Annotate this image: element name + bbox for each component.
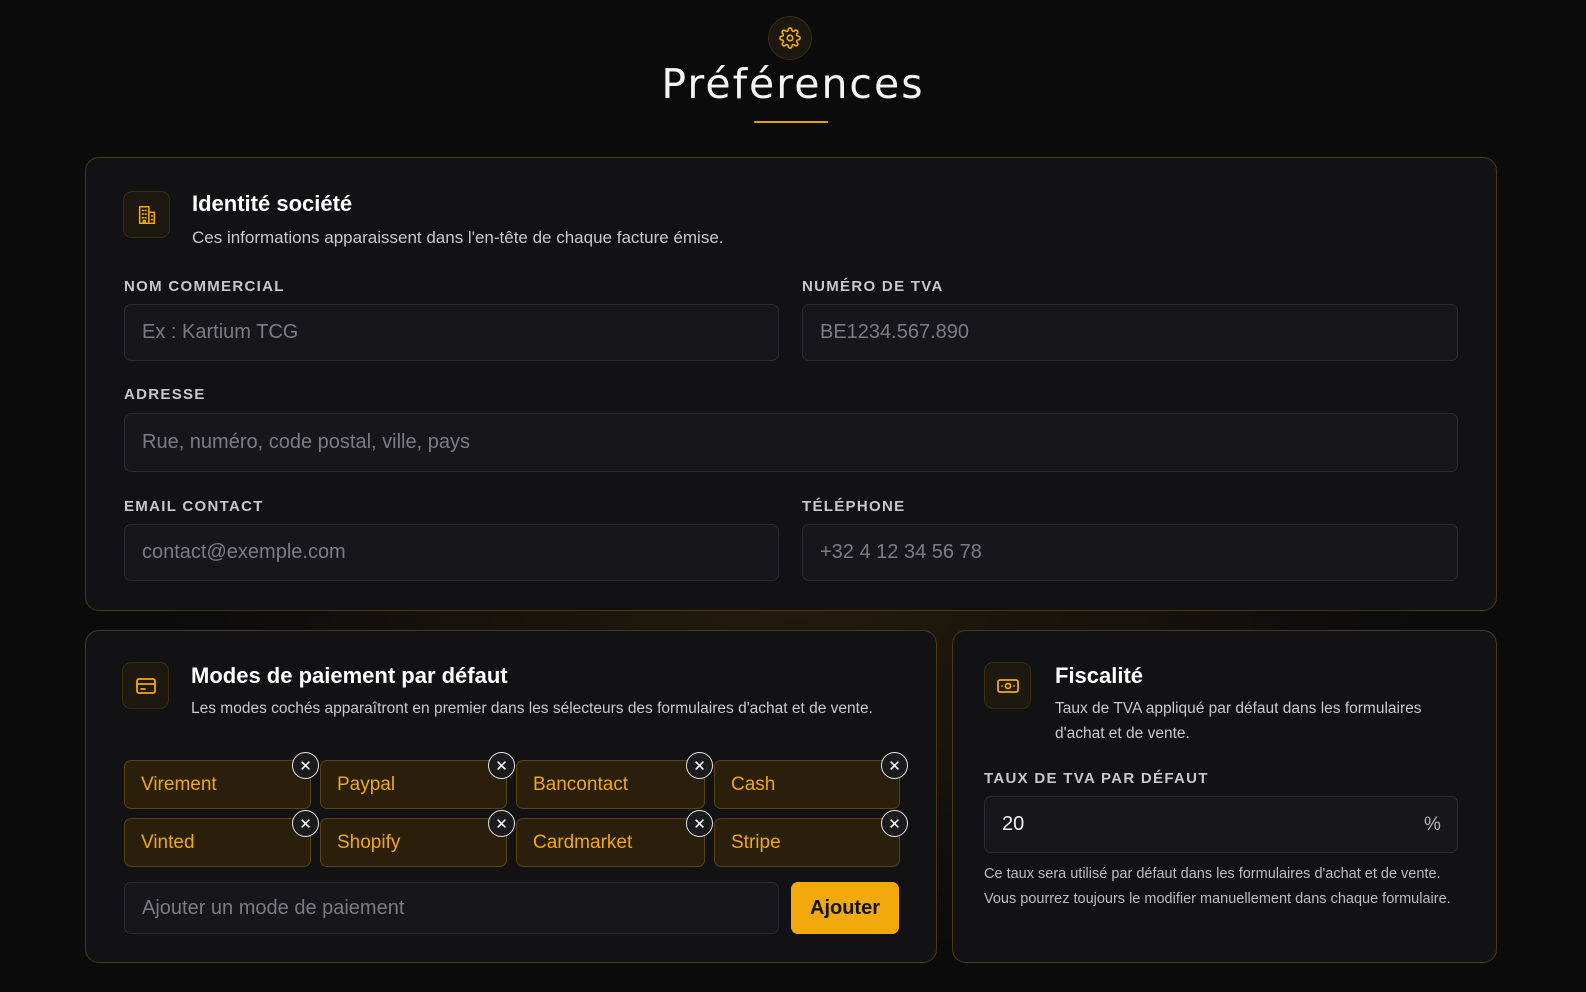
page-title: Préférences bbox=[661, 60, 925, 108]
vat-number-label: NUMÉRO DE TVA bbox=[802, 278, 944, 295]
add-payment-method-button[interactable]: Ajouter bbox=[791, 882, 899, 934]
address-label: ADRESSE bbox=[124, 386, 206, 403]
building-icon bbox=[123, 191, 170, 238]
remove-chip-button[interactable]: ✕ bbox=[488, 810, 515, 837]
payment-chip-label: Shopify bbox=[337, 831, 401, 853]
remove-chip-button[interactable]: ✕ bbox=[488, 752, 515, 779]
trade-name-label: NOM COMMERCIAL bbox=[124, 278, 285, 295]
vat-number-input[interactable] bbox=[802, 304, 1458, 361]
banknote-icon bbox=[984, 662, 1031, 709]
email-input[interactable] bbox=[124, 524, 779, 581]
identity-description: Ces informations apparaissent dans l'en-… bbox=[192, 228, 724, 247]
payment-chip-label: Cash bbox=[731, 773, 776, 795]
gear-icon bbox=[768, 16, 812, 60]
payment-chip-label: Stripe bbox=[731, 831, 781, 853]
payment-chip-label: Virement bbox=[141, 773, 217, 795]
tax-description: Taux de TVA appliqué par défaut dans les… bbox=[1055, 700, 1422, 742]
payment-chip[interactable]: Shopify ✕ bbox=[320, 810, 515, 867]
add-payment-method-input[interactable] bbox=[124, 882, 779, 934]
payment-chip-label: Vinted bbox=[141, 831, 195, 853]
remove-chip-button[interactable]: ✕ bbox=[686, 810, 713, 837]
payment-chip-label: Bancontact bbox=[533, 773, 629, 795]
remove-chip-button[interactable]: ✕ bbox=[292, 752, 319, 779]
vat-rate-input[interactable] bbox=[984, 796, 1458, 853]
payment-chip[interactable]: Stripe ✕ bbox=[714, 810, 908, 867]
phone-input[interactable] bbox=[802, 524, 1458, 581]
payment-chip[interactable]: Virement ✕ bbox=[124, 752, 319, 809]
email-label: EMAIL CONTACT bbox=[124, 498, 264, 515]
remove-chip-button[interactable]: ✕ bbox=[881, 810, 908, 837]
trade-name-input[interactable] bbox=[124, 304, 779, 361]
payment-chip[interactable]: Vinted ✕ bbox=[124, 810, 319, 867]
payment-chip[interactable]: Bancontact ✕ bbox=[516, 752, 713, 809]
remove-chip-button[interactable]: ✕ bbox=[881, 752, 908, 779]
phone-label: TÉLÉPHONE bbox=[802, 498, 906, 515]
payment-chip-label: Paypal bbox=[337, 773, 396, 795]
payment-chip[interactable]: Cardmarket ✕ bbox=[516, 810, 713, 867]
title-underline bbox=[754, 121, 828, 123]
payment-title: Modes de paiement par défaut bbox=[191, 663, 508, 688]
address-input[interactable] bbox=[124, 413, 1458, 472]
payment-chip[interactable]: Cash ✕ bbox=[714, 752, 908, 809]
payment-chip-label: Cardmarket bbox=[533, 831, 633, 853]
tax-title: Fiscalité bbox=[1055, 663, 1144, 688]
vat-rate-help: Ce taux sera utilisé par défaut dans les… bbox=[984, 866, 1451, 907]
remove-chip-button[interactable]: ✕ bbox=[686, 752, 713, 779]
payment-chip[interactable]: Paypal ✕ bbox=[320, 752, 515, 809]
payment-description: Les modes cochés apparaîtront en premier… bbox=[191, 700, 873, 717]
percent-suffix: % bbox=[1424, 814, 1441, 835]
credit-card-icon bbox=[122, 662, 169, 709]
identity-title: Identité société bbox=[192, 191, 353, 216]
vat-rate-label: TAUX DE TVA PAR DÉFAUT bbox=[984, 770, 1209, 787]
remove-chip-button[interactable]: ✕ bbox=[292, 810, 319, 837]
